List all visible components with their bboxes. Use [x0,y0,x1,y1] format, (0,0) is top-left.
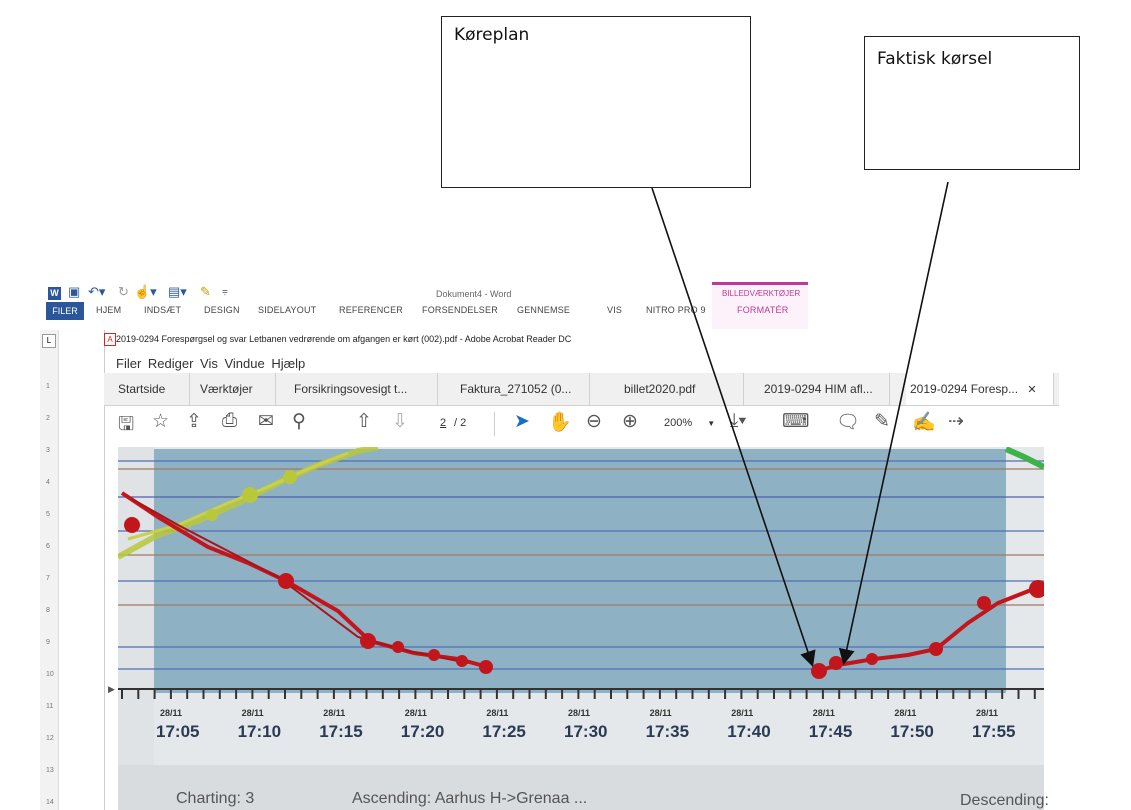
arrow-koreplan [651,187,816,668]
arrow-faktisk [838,181,949,666]
annotation-arrows [651,181,949,668]
